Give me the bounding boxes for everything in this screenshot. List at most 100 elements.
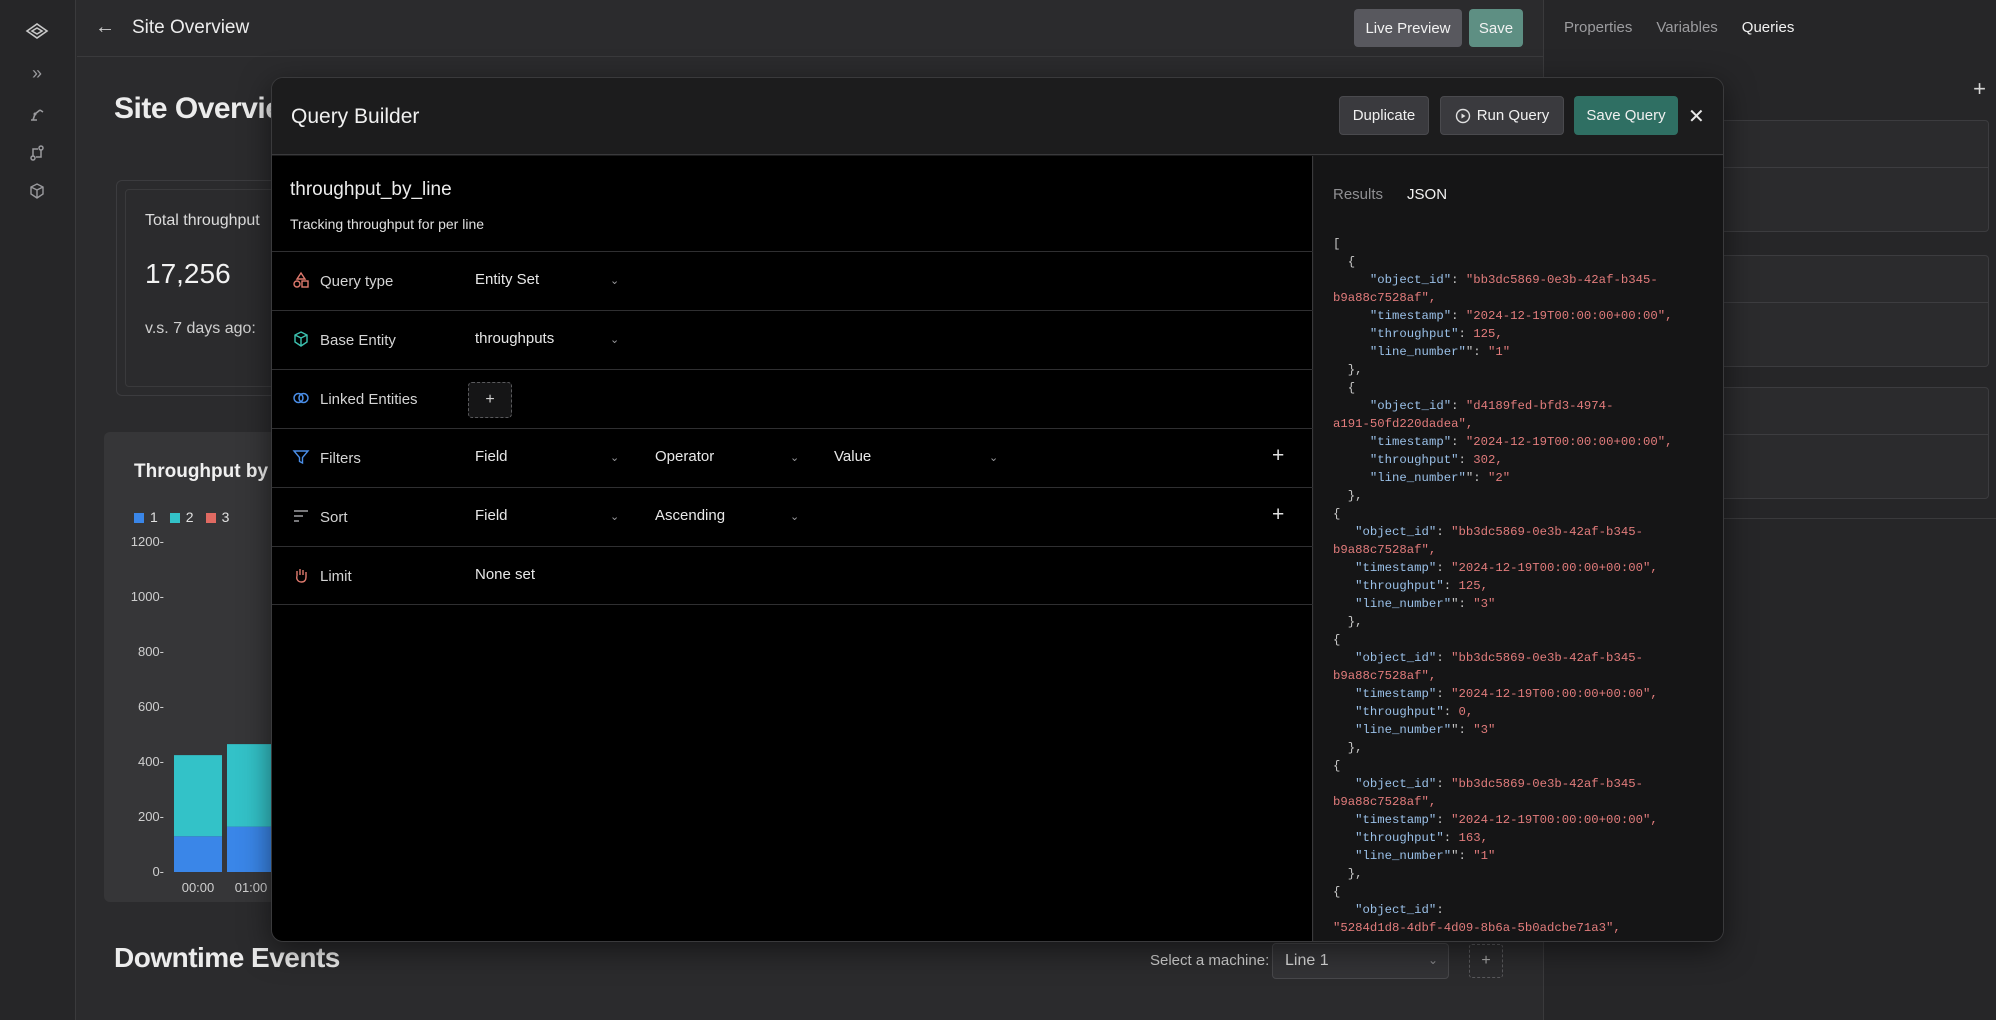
throughput-chart: 0- 200- 400- 600- 800- 1000- 1200- 00:00 01:00 (131, 534, 275, 895)
x-tick-label: 00:00 (182, 880, 215, 895)
json-line: { (1333, 255, 1356, 269)
bar-segment-series-1[interactable] (227, 826, 275, 872)
row-filters: Filters Field ⌄ Operator ⌄ Value ⌄ + (272, 428, 1313, 487)
base-entity-select[interactable]: throughputs ⌄ (475, 330, 620, 347)
json-line: { (1333, 507, 1341, 521)
json-line: }, (1333, 615, 1363, 629)
save-query-button[interactable]: Save Query (1574, 96, 1678, 135)
box-icon (294, 331, 308, 347)
add-filter-button[interactable]: + (1272, 444, 1284, 468)
json-timestamp: "timestamp": "2024-12-19T00:00:00+00:00"… (1355, 687, 1658, 701)
close-icon[interactable]: ✕ (1688, 104, 1705, 129)
json-object-id-wrap: b9a88c7528af", (1333, 795, 1437, 809)
add-linked-entity-button[interactable]: + (468, 382, 512, 418)
json-line-number: "line_number"": "2" (1369, 471, 1511, 485)
select-machine-label: Select a machine: (1150, 952, 1270, 969)
tab-results[interactable]: Results (1333, 186, 1383, 203)
bar-segment-series-2[interactable] (227, 744, 275, 827)
stat-label: Total throughput (145, 212, 260, 229)
base-entity-label: Base Entity (320, 332, 396, 349)
query-name[interactable]: throughput_by_line (290, 179, 452, 201)
chevron-down-icon: ⌄ (790, 452, 800, 464)
left-rail: » (0, 0, 76, 1020)
query-description[interactable]: Tracking throughput for per line (290, 216, 484, 232)
y-tick-label: 1000- (131, 589, 164, 604)
json-object-id: "object_id": "bb3dc5869-0e3b-42af-b345- (1355, 777, 1643, 791)
sort-field-value: Field (475, 507, 508, 524)
add-machine-button[interactable]: + (1469, 944, 1503, 978)
tab-properties[interactable]: Properties (1564, 19, 1632, 36)
y-tick-label: 800- (138, 644, 164, 659)
chevron-down-icon: ⌄ (610, 452, 620, 464)
hand-stop-icon (296, 569, 307, 583)
page-title: Site Overview (132, 17, 250, 38)
cube-icon[interactable] (24, 178, 50, 204)
query-type-select[interactable]: Entity Set ⌄ (475, 271, 620, 288)
machine-select-value: Line 1 (1285, 952, 1329, 969)
json-object-id: "object_id": "d4189fed-bfd3-4974- (1369, 399, 1614, 413)
save-button[interactable]: Save (1469, 9, 1523, 47)
y-tick-label: 1200- (131, 534, 164, 549)
json-object-id-wrap: "5284d1d8-4dbf-4d09-8b6a-5b0adcbe71a3", (1333, 921, 1621, 935)
filter-field-value: Field (475, 448, 508, 465)
chart-title: Throughput by (134, 461, 269, 482)
json-throughput: "throughput": 302, (1369, 453, 1503, 467)
limit-value-text: None set (475, 566, 536, 583)
sort-order-value: Ascending (655, 507, 726, 524)
chevron-down-icon: ⌄ (989, 452, 999, 464)
legend-label: 2 (185, 509, 194, 525)
json-object-id-wrap: a191-50fd220dadea", (1333, 417, 1474, 431)
row-limit: Limit None set (272, 546, 1313, 605)
bar-segment-series-1[interactable] (174, 836, 222, 872)
route-icon[interactable] (24, 140, 50, 166)
json-line: }, (1333, 867, 1363, 881)
bar-segment-series-2[interactable] (174, 755, 222, 837)
sort-label: Sort (320, 509, 348, 526)
json-timestamp: "timestamp": "2024-12-19T00:00:00+00:00"… (1369, 309, 1673, 323)
add-query-icon[interactable]: + (1973, 76, 1986, 102)
json-line-number: "line_number"": "3" (1355, 597, 1496, 611)
filter-operator-value: Operator (655, 448, 715, 465)
filters-label: Filters (320, 450, 361, 467)
back-arrow-icon[interactable]: ← (95, 16, 115, 39)
legend-item: 2 (169, 509, 194, 525)
tab-queries[interactable]: Queries (1742, 19, 1795, 36)
json-line: [ (1333, 237, 1341, 251)
run-query-button[interactable]: Run Query (1440, 96, 1564, 135)
json-line-number: "line_number"": "1" (1369, 345, 1511, 359)
json-output: [ { "object_id": "bb3dc5869-0e3b-42af-b3… (1333, 235, 1718, 937)
chart-legend: 1 2 3 (134, 509, 229, 525)
filter-value-select[interactable]: Value ⌄ (834, 448, 999, 465)
json-object-id-wrap: b9a88c7528af", (1333, 669, 1437, 683)
run-query-label: Run Query (1476, 107, 1550, 124)
expand-chevrons-icon[interactable]: » (24, 60, 50, 86)
row-query-type: Query type Entity Set ⌄ (272, 251, 1313, 310)
sort-field-select[interactable]: Field ⌄ (475, 507, 620, 524)
linked-entities-label: Linked Entities (320, 391, 418, 408)
section-title: Downtime Events (114, 942, 340, 973)
y-tick-label: 600- (138, 699, 164, 714)
modal-title: Query Builder (291, 105, 420, 128)
chevron-down-icon: ⌄ (790, 511, 800, 523)
live-preview-button[interactable]: Live Preview (1354, 9, 1462, 47)
sort-order-select[interactable]: Ascending ⌄ (655, 507, 800, 524)
json-line-number: "line_number"": "3" (1355, 723, 1496, 737)
add-sort-button[interactable]: + (1272, 503, 1284, 527)
tab-variables[interactable]: Variables (1656, 19, 1717, 36)
filter-field-select[interactable]: Field ⌄ (475, 448, 620, 465)
row-sort: Sort Field ⌄ Ascending ⌄ + (272, 487, 1313, 546)
duplicate-button[interactable]: Duplicate (1339, 96, 1429, 135)
limit-value[interactable]: None set (475, 566, 620, 583)
json-throughput: "throughput": 125, (1355, 579, 1488, 593)
logo-icon[interactable] (24, 18, 50, 44)
robot-arm-icon[interactable] (24, 101, 50, 127)
chevron-down-icon: ⌄ (610, 334, 620, 346)
json-line: { (1333, 885, 1341, 899)
play-circle-icon (1455, 108, 1470, 123)
machine-select[interactable]: Line 1 ⌄ (1272, 943, 1449, 979)
json-throughput: "throughput": 163, (1355, 831, 1488, 845)
filter-operator-select[interactable]: Operator ⌄ (655, 448, 800, 465)
shapes-icon (293, 271, 309, 288)
json-timestamp: "timestamp": "2024-12-19T00:00:00+00:00"… (1355, 813, 1658, 827)
tab-json[interactable]: JSON (1407, 186, 1447, 203)
